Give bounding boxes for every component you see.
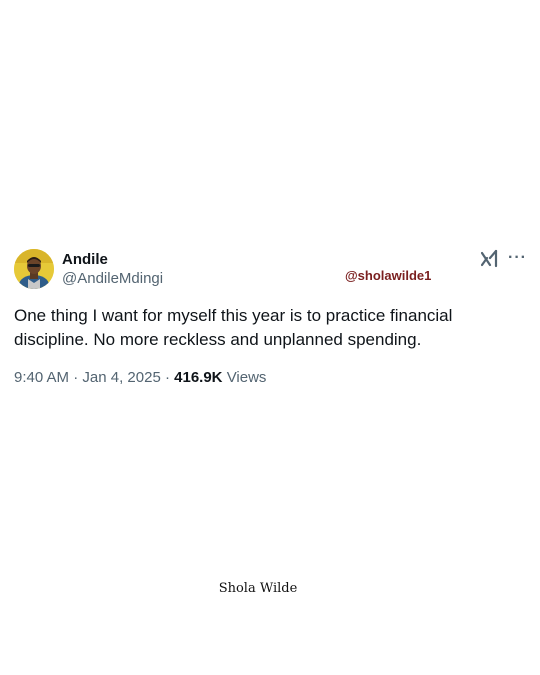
grok-logo-icon[interactable] bbox=[480, 249, 499, 269]
tweet-text: One thing I want for myself this year is… bbox=[14, 306, 453, 349]
meta-separator: · bbox=[164, 369, 170, 386]
tweet-card: Andile @AndileMdingi @sholawilde1 ··· On… bbox=[14, 248, 528, 388]
signature: Shola Wilde bbox=[218, 581, 298, 596]
tweet-meta: 9:40 AM · Jan 4, 2025 · 416.9K Views bbox=[14, 368, 528, 388]
meta-separator: · bbox=[73, 369, 79, 386]
watermark-handle: @sholawilde1 bbox=[345, 268, 432, 283]
views-label: Views bbox=[226, 369, 267, 386]
avatar-photo-icon bbox=[14, 249, 54, 289]
avatar[interactable] bbox=[14, 249, 54, 289]
tweet-time[interactable]: 9:40 AM bbox=[14, 369, 69, 386]
tweet-header: Andile @AndileMdingi @sholawilde1 ··· bbox=[14, 248, 528, 292]
author-names: Andile @AndileMdingi bbox=[62, 250, 163, 289]
tweet-date[interactable]: Jan 4, 2025 bbox=[82, 369, 160, 386]
handle[interactable]: @AndileMdingi bbox=[62, 269, 163, 289]
more-icon[interactable]: ··· bbox=[508, 248, 527, 268]
views-count[interactable]: 416.9K bbox=[174, 369, 222, 386]
display-name[interactable]: Andile bbox=[62, 250, 163, 269]
